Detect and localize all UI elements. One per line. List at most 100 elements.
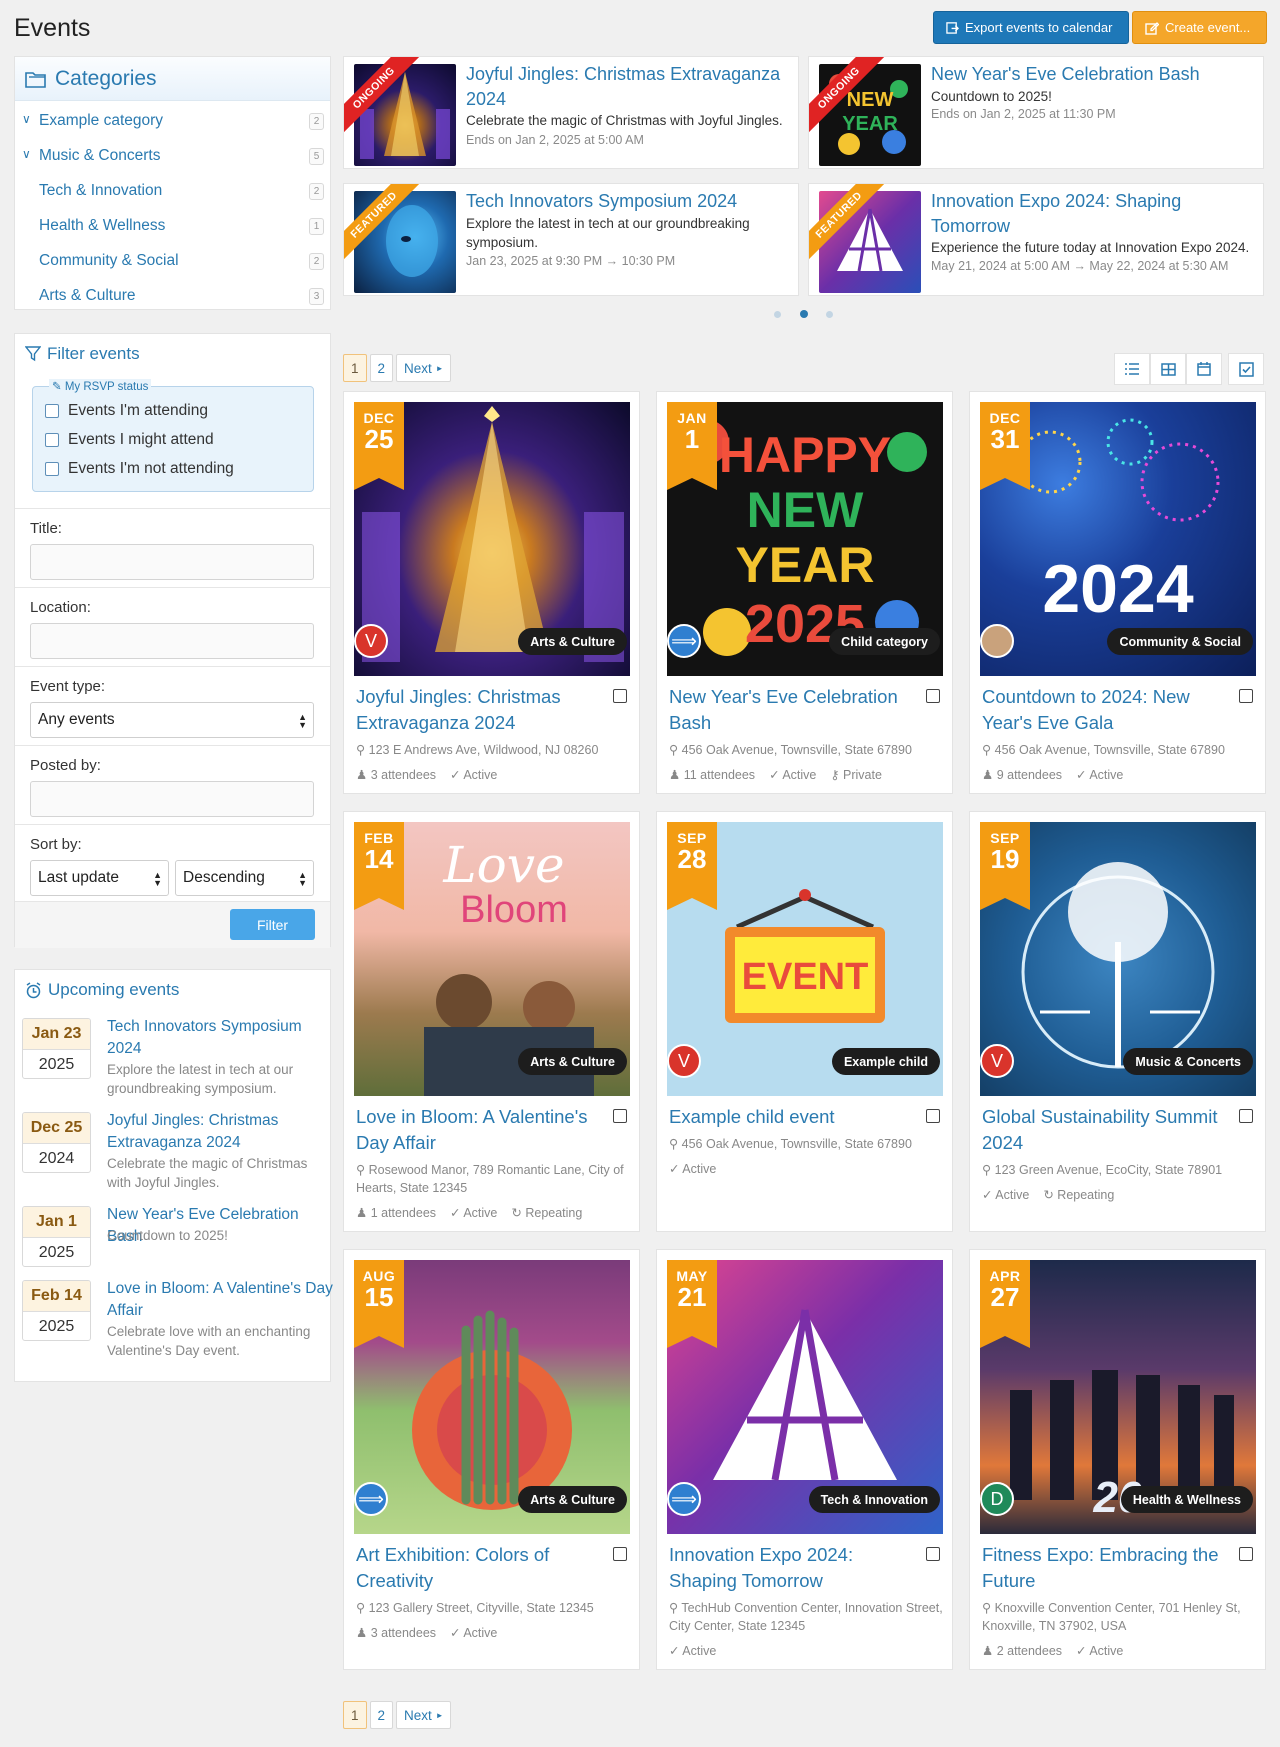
rsvp-maybe[interactable]: Events I might attend	[45, 431, 214, 449]
featured-title[interactable]: Joyful Jingles: Christmas Extravaganza 2…	[466, 62, 791, 112]
category-badge[interactable]: Community & Social	[1107, 628, 1253, 655]
event-card[interactable]: DEC 25 V Arts & Culture Joyful Jingles: C…	[343, 391, 640, 794]
event-card[interactable]: 2024 DEC 31 Community & Social Countdown …	[969, 391, 1266, 794]
featured-meta: Ends on Jan 2, 2025 at 11:30 PM	[931, 107, 1116, 121]
featured-event[interactable]: FEATURED Innovation Expo 2024: Shaping T…	[808, 183, 1264, 296]
chevron-down-icon[interactable]: ∨	[22, 112, 36, 126]
title-input[interactable]	[30, 544, 314, 580]
event-card[interactable]: MAY 21 ⟹ Tech & Innovation Innovation Exp…	[656, 1249, 953, 1670]
event-title[interactable]: Countdown to 2024: New Year's Eve Gala	[982, 684, 1232, 736]
event-type-select[interactable]: Any events ▲ ▼	[30, 702, 314, 738]
rsvp-attending[interactable]: Events I'm attending	[45, 402, 208, 420]
upcoming-event-title[interactable]: Joyful Jingles: Christmas Extravaganza 2…	[107, 1110, 335, 1154]
status-text: Active	[463, 768, 498, 782]
select-checkbox[interactable]	[1239, 1547, 1253, 1561]
category-badge[interactable]: Health & Wellness	[1120, 1486, 1253, 1513]
category-badge[interactable]: Music & Concerts	[1123, 1048, 1253, 1075]
category-health[interactable]: Health & Wellness 1	[15, 208, 330, 243]
sort-by-select[interactable]: Last update ▲ ▼	[30, 860, 169, 896]
filter-button[interactable]: Filter	[230, 909, 315, 940]
create-event-button[interactable]: Create event...	[1132, 11, 1267, 44]
event-card[interactable]: Love Bloom FEB 14 Arts & Culture Love in B…	[343, 811, 640, 1232]
chevron-down-icon[interactable]: ∨	[22, 147, 36, 161]
featured-title[interactable]: New Year's Eve Celebration Bash	[931, 62, 1256, 87]
event-title[interactable]: Joyful Jingles: Christmas Extravaganza 2…	[356, 684, 606, 736]
avatar-photo[interactable]	[980, 624, 1014, 658]
event-title[interactable]: Art Exhibition: Colors of Creativity	[356, 1542, 606, 1594]
page-2[interactable]: 2	[369, 1701, 394, 1729]
page-1[interactable]: 1	[343, 1701, 367, 1729]
title-label: Title:	[30, 520, 62, 537]
select-mode-button[interactable]	[1228, 353, 1264, 385]
calendar-view-button[interactable]	[1186, 353, 1222, 385]
location-input[interactable]	[30, 623, 314, 659]
event-title[interactable]: New Year's Eve Celebration Bash	[669, 684, 919, 736]
page-1[interactable]: 1	[343, 354, 367, 382]
upcoming-event-title[interactable]: Tech Innovators Symposium 2024	[107, 1016, 335, 1060]
next-page-button[interactable]: Next ►	[396, 354, 452, 382]
event-location: ⚲ TechHub Convention Center, Innovation …	[669, 1599, 944, 1635]
categories-panel: Categories ∨ Example category 2 ∨ Music …	[14, 56, 331, 310]
carousel-dot[interactable]	[774, 311, 781, 318]
select-checkbox[interactable]	[926, 1547, 940, 1561]
date-badge: AUG 15	[354, 1260, 404, 1348]
rsvp-checkbox[interactable]	[45, 433, 59, 447]
page-2[interactable]: 2	[369, 354, 394, 382]
event-card[interactable]: HAPPY NEW YEAR 2025 JAN 1 ⟹ Child category N…	[656, 391, 953, 794]
category-badge[interactable]: Arts & Culture	[518, 1486, 627, 1513]
event-card[interactable]: SEP 19 V Music & Concerts Global Sustaina…	[969, 811, 1266, 1232]
event-card[interactable]: AUG 15 ⟹ Arts & Culture Art Exhibition: C…	[343, 1249, 640, 1670]
avatar[interactable]: D	[980, 1482, 1014, 1516]
code-avatar-icon[interactable]: ⟹	[667, 1482, 701, 1516]
select-checkbox[interactable]	[613, 1547, 627, 1561]
event-title[interactable]: Example child event	[669, 1104, 919, 1130]
category-tech[interactable]: Tech & Innovation 2	[15, 173, 330, 208]
category-badge[interactable]: Arts & Culture	[518, 1048, 627, 1075]
event-title[interactable]: Global Sustainability Summit 2024	[982, 1104, 1232, 1156]
code-avatar-icon[interactable]: ⟹	[354, 1482, 388, 1516]
avatar[interactable]: V	[980, 1044, 1014, 1078]
category-arts[interactable]: Arts & Culture 3	[15, 278, 330, 313]
avatar[interactable]: V	[354, 624, 388, 658]
featured-event[interactable]: FEATURED Tech Innovators Symposium 2024 …	[343, 183, 799, 296]
featured-event[interactable]: ONGOING Joyful Jingles: Christmas Extrav…	[343, 56, 799, 169]
event-title[interactable]: Innovation Expo 2024: Shaping Tomorrow	[669, 1542, 919, 1594]
posted-by-input[interactable]	[30, 781, 314, 817]
event-card[interactable]: EVENT SEP 28 V Example child Example chil…	[656, 811, 953, 1232]
code-avatar-icon[interactable]: ⟹	[667, 624, 701, 658]
event-title[interactable]: Love in Bloom: A Valentine's Day Affair	[356, 1104, 606, 1156]
category-music[interactable]: ∨ Music & Concerts 5	[15, 138, 330, 173]
select-checkbox[interactable]	[926, 1109, 940, 1123]
category-badge[interactable]: Tech & Innovation	[808, 1486, 940, 1513]
event-title[interactable]: Fitness Expo: Embracing the Future	[982, 1542, 1232, 1594]
select-checkbox[interactable]	[1239, 689, 1253, 703]
category-badge[interactable]: Child category	[829, 628, 940, 655]
list-view-button[interactable]	[1114, 353, 1150, 385]
select-checkbox[interactable]	[613, 1109, 627, 1123]
rsvp-checkbox[interactable]	[45, 404, 59, 418]
select-checkbox[interactable]	[1239, 1109, 1253, 1123]
event-card[interactable]: 20 APR 27 D Health & Wellness Fitness Exp…	[969, 1249, 1266, 1670]
upcoming-year: 2025	[38, 1055, 75, 1073]
featured-event[interactable]: NEW YEAR ONGOING New Year's Eve Celebrati…	[808, 56, 1264, 169]
event-location: ⚲ Knoxville Convention Center, 701 Henle…	[982, 1599, 1257, 1635]
sort-order-select[interactable]: Descending ▲ ▼	[175, 860, 314, 896]
grid-view-button[interactable]	[1150, 353, 1186, 385]
category-badge[interactable]: Example child	[831, 1048, 940, 1075]
featured-title[interactable]: Tech Innovators Symposium 2024	[466, 189, 791, 214]
category-community[interactable]: Community & Social 2	[15, 243, 330, 278]
category-example[interactable]: ∨ Example category 2	[15, 103, 330, 138]
rsvp-not-attending[interactable]: Events I'm not attending	[45, 460, 234, 478]
avatar[interactable]: V	[667, 1044, 701, 1078]
carousel-dot[interactable]	[826, 311, 833, 318]
export-calendar-button[interactable]: Export events to calendar	[933, 11, 1129, 44]
category-badge[interactable]: Arts & Culture	[518, 628, 627, 655]
upcoming-event-title[interactable]: Love in Bloom: A Valentine's Day Affair	[107, 1278, 335, 1322]
map-pin-icon: ⚲	[356, 743, 366, 757]
select-checkbox[interactable]	[613, 689, 627, 703]
carousel-dot-active[interactable]	[800, 310, 808, 318]
rsvp-checkbox[interactable]	[45, 462, 59, 476]
next-page-button[interactable]: Next ►	[396, 1701, 452, 1729]
featured-title[interactable]: Innovation Expo 2024: Shaping Tomorrow	[931, 189, 1256, 239]
select-checkbox[interactable]	[926, 689, 940, 703]
